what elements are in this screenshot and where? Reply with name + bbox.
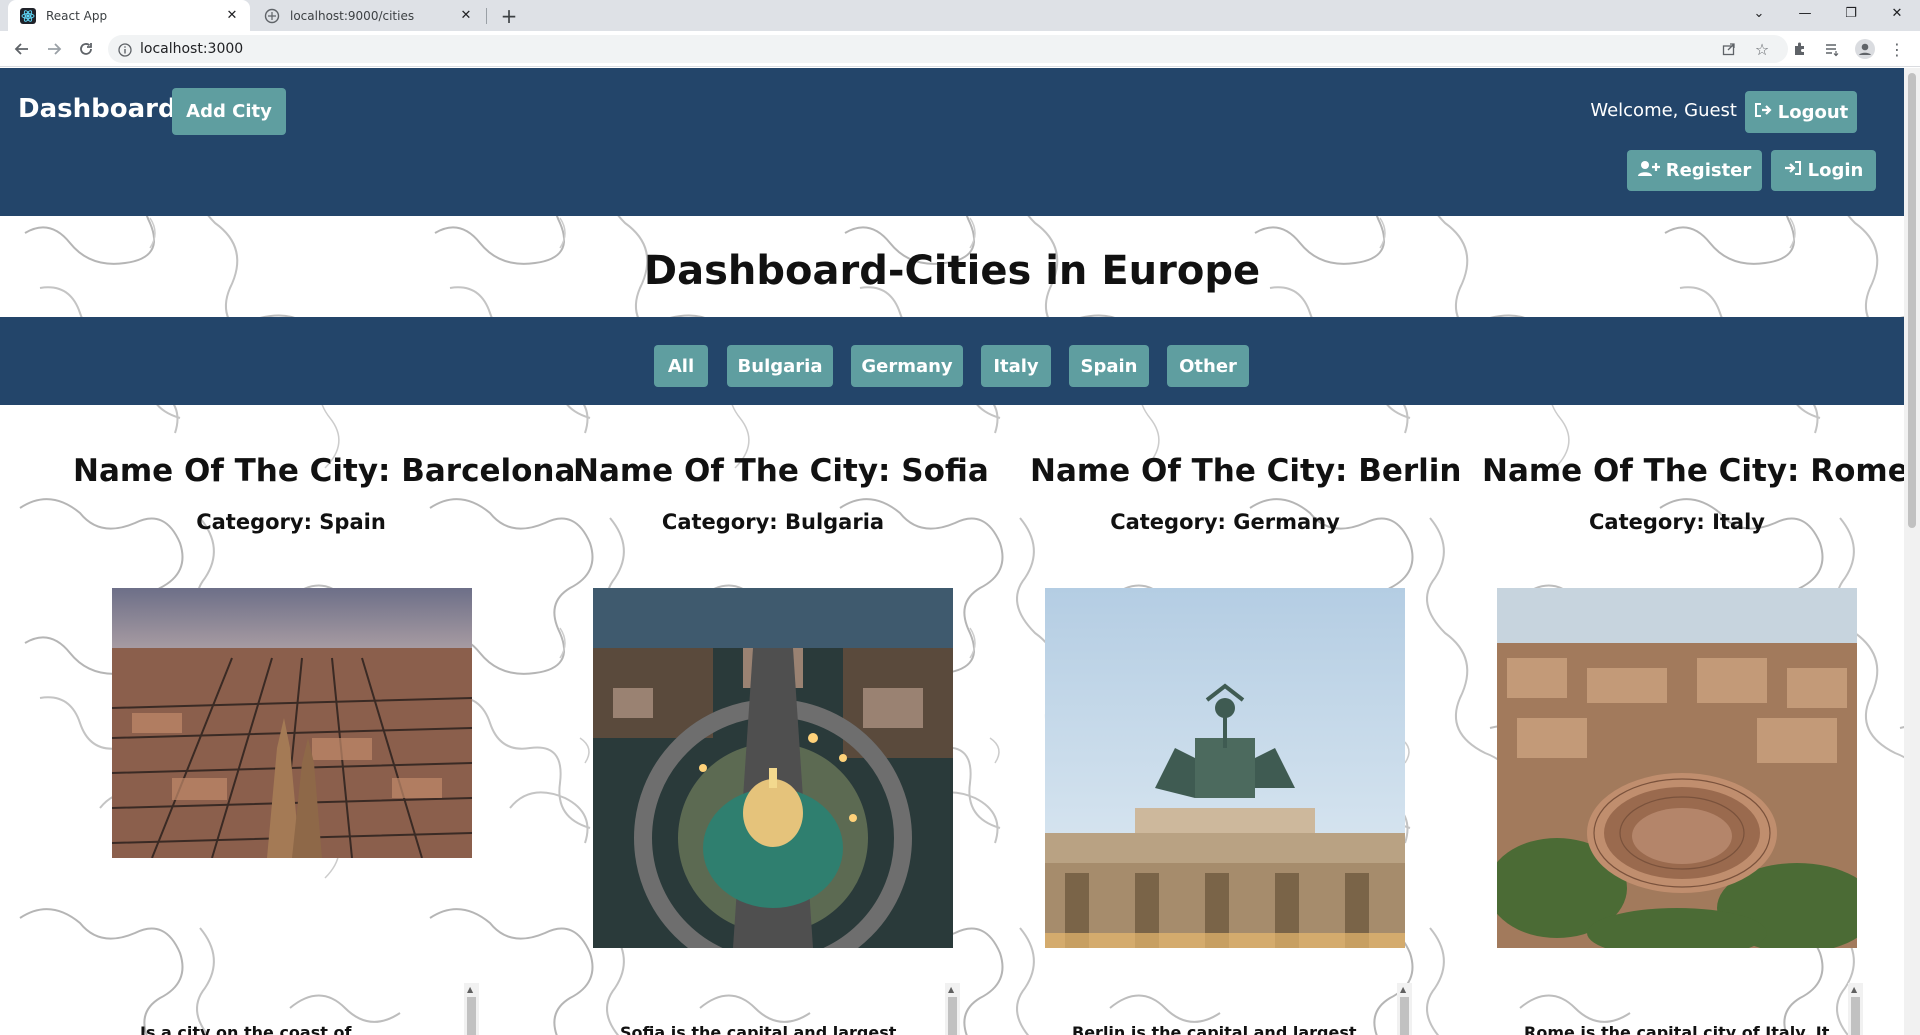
scroll-thumb[interactable] [467,997,476,1035]
description-scrollbar[interactable]: ▲ [464,983,479,1035]
top-navbar: Dashboard Add City Welcome, Guest Logout… [0,68,1904,216]
reload-icon[interactable] [74,37,98,61]
tab-react-app[interactable]: React App ✕ [8,0,250,31]
scroll-up-icon[interactable]: ▲ [1851,985,1857,994]
login-button[interactable]: Login [1771,150,1876,191]
scroll-thumb[interactable] [1400,997,1409,1035]
react-icon [20,7,36,24]
reading-list-icon[interactable] [1820,37,1844,61]
scroll-thumb[interactable] [948,997,957,1035]
filter-all-button[interactable]: All [654,345,708,387]
back-icon[interactable] [10,37,34,61]
description-scrollbar[interactable]: ▲ [1397,983,1412,1035]
welcome-text: Welcome, Guest [1590,100,1737,121]
page-viewport: Dashboard Add City Welcome, Guest Logout… [0,68,1904,1035]
tab-title: React App [46,8,108,23]
logout-icon [1754,102,1772,123]
card-category: Category: Bulgaria [661,510,885,534]
browser-toolbar: localhost:3000 ☆ ⋮ [0,31,1920,67]
card-title: Name Of The City: Berlin [1030,453,1462,489]
scroll-thumb[interactable] [1851,997,1860,1035]
card-description: Is a city on the coast of [140,1023,352,1035]
barcelona-aerial-image [112,588,472,858]
category-filter-bar: All Bulgaria Germany Italy Spain Other [0,317,1904,405]
tab-divider [486,8,487,24]
sofia-cathedral-image [593,588,953,948]
extensions-icon[interactable] [1788,37,1812,61]
brand-title[interactable]: Dashboard [18,94,177,124]
filter-bulgaria-button[interactable]: Bulgaria [727,345,833,387]
browser-tab-bar: React App ✕ localhost:9000/cities ✕ + ⌄ … [0,0,1920,31]
chrome-menu-icon[interactable]: ⋮ [1885,37,1909,61]
card-description: Sofia is the capital and largest [620,1023,897,1035]
close-window-icon[interactable]: ✕ [1874,0,1920,26]
close-icon[interactable]: ✕ [456,6,476,26]
page-scrollbar[interactable] [1904,68,1920,1035]
share-icon[interactable] [1717,37,1741,61]
login-label: Login [1807,160,1864,181]
description-scrollbar[interactable]: ▲ [945,983,960,1035]
card-title: Name Of The City: Rome [1482,453,1904,489]
card-title: Name Of The City: Barcelona [73,453,576,489]
page-icon [264,8,280,24]
card-title: Name Of The City: Sofia [573,453,989,489]
logout-label: Logout [1777,101,1849,123]
bookmark-star-icon[interactable]: ☆ [1750,37,1774,61]
user-plus-icon [1637,160,1660,181]
card-description: Rome is the capital city of Italy. It [1524,1023,1830,1035]
tab-cities-api[interactable]: localhost:9000/cities ✕ [252,0,484,31]
new-tab-icon[interactable]: + [497,4,521,28]
scroll-up-icon[interactable]: ▲ [1400,985,1406,994]
minimize-icon[interactable]: — [1782,0,1828,26]
scroll-up-icon[interactable]: ▲ [467,985,473,994]
brandenburg-gate-image [1045,588,1405,948]
address-bar[interactable]: localhost:3000 [108,35,1788,63]
login-icon [1784,160,1802,181]
card-description: Berlin is the capital and largest [1072,1023,1357,1035]
tab-title: localhost:9000/cities [290,8,415,23]
page-scroll-thumb[interactable] [1908,73,1916,528]
card-category: Category: Italy [1589,510,1765,534]
filter-italy-button[interactable]: Italy [981,345,1051,387]
logout-button[interactable]: Logout [1745,91,1857,133]
close-icon[interactable]: ✕ [222,6,242,26]
add-city-label: Add City [186,101,272,122]
card-category: Category: Germany [1110,510,1340,534]
filter-germany-button[interactable]: Germany [851,345,963,387]
register-button[interactable]: Register [1627,150,1762,191]
card-category: Category: Spain [196,510,386,534]
forward-icon[interactable] [42,37,66,61]
url-text: localhost:3000 [140,41,244,57]
tab-search-icon[interactable]: ⌄ [1736,0,1782,26]
filter-spain-button[interactable]: Spain [1069,345,1149,387]
page-title: Dashboard-Cities in Europe [643,248,1261,294]
register-label: Register [1665,160,1752,181]
colosseum-aerial-image [1497,588,1857,948]
profile-avatar-icon[interactable] [1853,37,1877,61]
filter-other-button[interactable]: Other [1167,345,1249,387]
scroll-up-icon[interactable]: ▲ [948,985,954,994]
add-city-button[interactable]: Add City [172,88,286,135]
description-scrollbar[interactable]: ▲ [1848,983,1863,1035]
info-icon[interactable] [118,42,132,57]
restore-icon[interactable]: ❐ [1828,0,1874,26]
